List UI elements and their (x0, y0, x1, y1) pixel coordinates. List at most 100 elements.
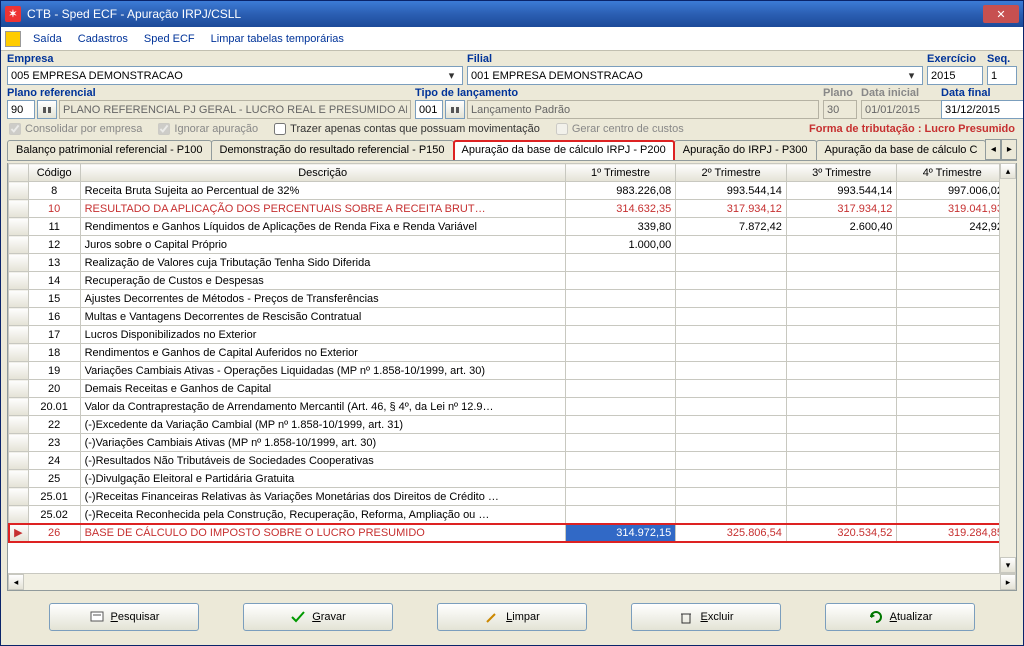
cell-trimestre[interactable] (565, 506, 676, 524)
chk-trazer[interactable] (274, 123, 286, 135)
scroll-up-button[interactable]: ▴ (1000, 163, 1016, 179)
scroll-left-button[interactable]: ◂ (8, 574, 24, 590)
cell-trimestre[interactable] (676, 362, 787, 380)
scroll-track[interactable] (24, 574, 1000, 590)
col-header[interactable]: Descrição (80, 164, 565, 182)
tab-p100[interactable]: Balanço patrimonial referencial - P100 (7, 140, 212, 161)
menu-cadastros[interactable]: Cadastros (70, 27, 136, 50)
cell-trimestre[interactable] (676, 398, 787, 416)
cell-trimestre[interactable] (676, 344, 787, 362)
cell-trimestre[interactable] (676, 272, 787, 290)
table-row[interactable]: 25.02(-)Receita Reconhecida pela Constru… (9, 506, 1000, 524)
cell-descricao[interactable]: (-)Variações Cambiais Ativas (MP nº 1.85… (80, 434, 565, 452)
cell-codigo[interactable]: 10 (28, 200, 80, 218)
cell-descricao[interactable]: Demais Receitas e Ganhos de Capital (80, 380, 565, 398)
table-row[interactable]: 20.01Valor da Contraprestação de Arrenda… (9, 398, 1000, 416)
pesquisar-button[interactable]: Pesquisar (49, 603, 199, 631)
cell-trimestre[interactable] (786, 254, 897, 272)
cell-descricao[interactable]: (-)Divulgação Eleitoral e Partidária Gra… (80, 470, 565, 488)
cell-trimestre[interactable] (565, 488, 676, 506)
table-row[interactable]: 25.01(-)Receitas Financeiras Relativas à… (9, 488, 1000, 506)
cell-trimestre[interactable] (676, 416, 787, 434)
atualizar-button[interactable]: Atualizar (825, 603, 975, 631)
scroll-right-button[interactable]: ▸ (1000, 574, 1016, 590)
cell-trimestre[interactable] (897, 344, 999, 362)
table-row[interactable]: 8Receita Bruta Sujeita ao Percentual de … (9, 182, 1000, 200)
cell-trimestre[interactable]: 997.006,02 (897, 182, 999, 200)
cell-codigo[interactable]: 23 (28, 434, 80, 452)
cell-trimestre[interactable] (676, 326, 787, 344)
cell-descricao[interactable]: Receita Bruta Sujeita ao Percentual de 3… (80, 182, 565, 200)
cell-trimestre[interactable]: 325.806,54 (676, 524, 787, 542)
tab-scroll-right[interactable]: ▸ (1001, 139, 1017, 160)
combo-filial[interactable]: 001 EMPRESA DEMONSTRACAO ▾ (467, 66, 923, 85)
excluir-button[interactable]: Excluir (631, 603, 781, 631)
cell-trimestre[interactable] (897, 308, 999, 326)
menu-sped-ecf[interactable]: Sped ECF (136, 27, 203, 50)
cell-descricao[interactable]: (-)Receitas Financeiras Relativas às Var… (80, 488, 565, 506)
cell-trimestre[interactable] (786, 506, 897, 524)
cell-codigo[interactable]: 20 (28, 380, 80, 398)
cell-trimestre[interactable] (676, 470, 787, 488)
cell-codigo[interactable]: 20.01 (28, 398, 80, 416)
cell-trimestre[interactable]: 1.000,00 (565, 236, 676, 254)
cell-trimestre[interactable]: 319.041,93 (897, 200, 999, 218)
cell-trimestre[interactable] (786, 416, 897, 434)
input-plano-ref-code[interactable] (7, 100, 35, 119)
cell-trimestre[interactable] (897, 506, 999, 524)
cell-descricao[interactable]: RESULTADO DA APLICAÇÃO DOS PERCENTUAIS S… (80, 200, 565, 218)
cell-descricao[interactable]: (-)Receita Reconhecida pela Construção, … (80, 506, 565, 524)
cell-codigo[interactable]: 19 (28, 362, 80, 380)
cell-trimestre[interactable] (897, 254, 999, 272)
table-row[interactable]: ▶26BASE DE CÁLCULO DO IMPOSTO SOBRE O LU… (9, 524, 1000, 542)
cell-trimestre[interactable] (676, 488, 787, 506)
table-row[interactable]: 20Demais Receitas e Ganhos de Capital (9, 380, 1000, 398)
cell-trimestre[interactable] (897, 416, 999, 434)
cell-trimestre[interactable] (786, 488, 897, 506)
cell-codigo[interactable]: 11 (28, 218, 80, 236)
input-data-final[interactable] (941, 100, 1023, 119)
cell-trimestre[interactable] (676, 506, 787, 524)
table-row[interactable]: 23(-)Variações Cambiais Ativas (MP nº 1.… (9, 434, 1000, 452)
cell-trimestre[interactable] (786, 380, 897, 398)
cell-trimestre[interactable] (897, 236, 999, 254)
cell-trimestre[interactable] (786, 236, 897, 254)
cell-descricao[interactable]: BASE DE CÁLCULO DO IMPOSTO SOBRE O LUCRO… (80, 524, 565, 542)
cell-trimestre[interactable] (676, 308, 787, 326)
col-header[interactable]: 1º Trimestre (565, 164, 676, 182)
tab-scroll-left[interactable]: ◂ (985, 139, 1001, 160)
cell-codigo[interactable]: 25.01 (28, 488, 80, 506)
scroll-down-button[interactable]: ▾ (1000, 557, 1016, 573)
lookup-plano-ref-button[interactable] (37, 100, 57, 119)
limpar-button[interactable]: Limpar (437, 603, 587, 631)
cell-trimestre[interactable] (897, 380, 999, 398)
cell-trimestre[interactable] (565, 362, 676, 380)
cell-trimestre[interactable] (676, 290, 787, 308)
input-exercicio[interactable] (927, 66, 983, 85)
cell-trimestre[interactable] (786, 434, 897, 452)
cell-trimestre[interactable] (676, 434, 787, 452)
cell-codigo[interactable]: 13 (28, 254, 80, 272)
cell-descricao[interactable]: Lucros Disponibilizados no Exterior (80, 326, 565, 344)
input-tipo-lanc-code[interactable] (415, 100, 443, 119)
cell-trimestre[interactable] (786, 326, 897, 344)
cell-trimestre[interactable] (565, 344, 676, 362)
col-header[interactable]: 3º Trimestre (786, 164, 897, 182)
cell-trimestre[interactable] (565, 290, 676, 308)
cell-codigo[interactable]: 26 (28, 524, 80, 542)
tab-p200[interactable]: Apuração da base de cálculo IRPJ - P200 (453, 140, 675, 161)
cell-trimestre[interactable] (676, 236, 787, 254)
scroll-track[interactable] (1000, 179, 1016, 557)
cell-descricao[interactable]: Ajustes Decorrentes de Métodos - Preços … (80, 290, 565, 308)
tab-p400[interactable]: Apuração da base de cálculo C (816, 140, 987, 161)
cell-trimestre[interactable]: 993.544,14 (676, 182, 787, 200)
cell-trimestre[interactable] (897, 452, 999, 470)
col-header[interactable]: 4º Trimestre (897, 164, 999, 182)
table-row[interactable]: 22(-)Excedente da Variação Cambial (MP n… (9, 416, 1000, 434)
tab-p150[interactable]: Demonstração do resultado referencial - … (211, 140, 454, 161)
vertical-scrollbar[interactable]: ▴ ▾ (999, 163, 1016, 573)
table-row[interactable]: 25(-)Divulgação Eleitoral e Partidária G… (9, 470, 1000, 488)
table-row[interactable]: 16Multas e Vantagens Decorrentes de Resc… (9, 308, 1000, 326)
cell-trimestre[interactable] (897, 434, 999, 452)
cell-trimestre[interactable]: 320.534,52 (786, 524, 897, 542)
